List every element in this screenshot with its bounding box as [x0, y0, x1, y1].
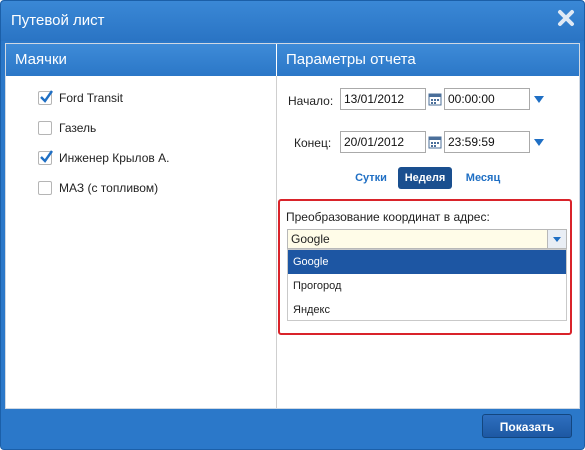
column-divider	[276, 76, 277, 408]
option-google[interactable]: Google	[288, 250, 566, 274]
start-date-input[interactable]: 13/01/2012	[340, 88, 426, 110]
option-progorod[interactable]: Прогород	[288, 274, 566, 298]
geocoder-options-list: Google Прогород Яндекс	[287, 249, 567, 321]
beacon-item-gazel[interactable]: Газель	[38, 119, 96, 137]
beacons-header: Маячки	[6, 44, 276, 76]
beacon-label: Инженер Крылов А.	[59, 151, 170, 165]
beacon-label: Газель	[59, 121, 97, 135]
end-time-input[interactable]: 23:59:59	[444, 131, 530, 153]
geocoder-selected-value: Google	[291, 232, 330, 246]
period-week-button[interactable]: Неделя	[398, 167, 452, 189]
check-icon	[40, 90, 53, 103]
close-icon[interactable]	[557, 9, 575, 27]
end-date-input[interactable]: 20/01/2012	[340, 131, 426, 153]
report-dialog: Путевой лист Маячки Параметры отчета For…	[0, 0, 585, 450]
report-params-header: Параметры отчета	[277, 44, 579, 76]
beacon-label: МАЗ (с топливом)	[59, 181, 159, 195]
select-toggle[interactable]	[547, 230, 566, 248]
coord-conversion-group: Преобразование координат в адрес: Google…	[278, 199, 572, 335]
dialog-title: Путевой лист	[11, 12, 105, 29]
period-day-button[interactable]: Сутки	[347, 167, 395, 189]
beacon-checkbox[interactable]	[38, 181, 52, 195]
period-month-button[interactable]: Месяц	[457, 167, 509, 189]
chevron-down-icon[interactable]	[534, 139, 544, 146]
beacon-item-ford-transit[interactable]: Ford Transit	[38, 89, 123, 107]
beacon-checkbox[interactable]	[38, 150, 53, 165]
chevron-down-icon[interactable]	[534, 96, 544, 103]
coord-conversion-label: Преобразование координат в адрес:	[286, 210, 490, 224]
beacon-checkbox[interactable]	[38, 90, 53, 105]
start-label: Начало:	[288, 94, 334, 108]
chevron-down-icon	[553, 237, 561, 242]
show-button[interactable]: Показать	[482, 414, 572, 438]
end-label: Конец:	[294, 136, 332, 150]
geocoder-select[interactable]: Google	[287, 229, 567, 249]
beacon-checkbox[interactable]	[38, 121, 52, 135]
beacon-item-maz[interactable]: МАЗ (с топливом)	[38, 179, 158, 197]
title-bar: Путевой лист	[1, 1, 584, 41]
calendar-icon[interactable]	[428, 135, 442, 149]
start-time-input[interactable]: 00:00:00	[444, 88, 530, 110]
beacon-item-krylov[interactable]: Инженер Крылов А.	[38, 149, 169, 167]
option-yandex[interactable]: Яндекс	[288, 298, 566, 322]
calendar-icon[interactable]	[428, 92, 442, 106]
beacon-label: Ford Transit	[59, 91, 124, 105]
check-icon	[40, 150, 53, 163]
